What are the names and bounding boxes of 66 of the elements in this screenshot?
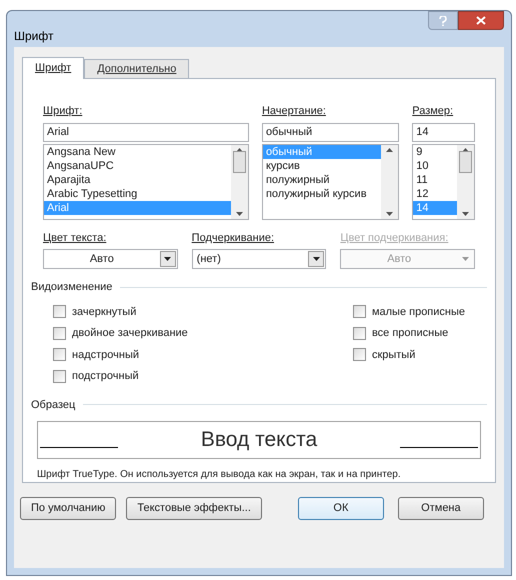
checkbox-label: все прописные [372, 326, 448, 341]
style-field[interactable]: обычный [262, 122, 400, 142]
scroll-up-icon[interactable] [386, 148, 394, 152]
checkbox[interactable] [53, 305, 66, 318]
tab[interactable]: Дополнительно [84, 59, 190, 78]
scroll-down-icon[interactable] [462, 212, 469, 216]
dropdown-arrow-icon [164, 257, 172, 261]
list-item[interactable]: курсив [262, 158, 382, 172]
style-list[interactable]: обычный курсив полужирный полужирный курсив [262, 144, 400, 220]
dropdown[interactable]: Авто [43, 249, 178, 269]
scroll-thumb[interactable] [459, 150, 472, 172]
dropdown-label: Подчеркивание: [192, 230, 276, 246]
dropdown-arrow-icon [312, 257, 320, 261]
sample-text: Ввод текста [200, 427, 318, 454]
list-item[interactable]: AngsanaUPC [44, 158, 231, 172]
list-item[interactable]: полужирный [262, 172, 382, 186]
checkbox[interactable] [53, 370, 66, 383]
list-item[interactable]: Angsana New [44, 144, 231, 158]
dialog-button[interactable]: Текстовые эффекты... [126, 497, 262, 520]
section-heading: Видоизменение [31, 280, 112, 295]
font-list[interactable]: Angsana New AngsanaUPC Aparajita Arabic Typesetting Arial [43, 144, 249, 220]
field-label: Размер: [412, 104, 454, 119]
list-item[interactable]: 11 [413, 172, 457, 186]
window-title: Шрифт [14, 28, 54, 45]
dropdown-arrow-icon [462, 257, 469, 261]
checkbox-label: скрытый [372, 348, 416, 362]
scroll-down-icon[interactable] [386, 212, 394, 216]
scrollbar[interactable] [230, 144, 248, 218]
list-item[interactable]: 12 [413, 186, 457, 200]
font-field[interactable]: Arial [43, 122, 249, 142]
dropdown-label: Цвет подчеркивания: [340, 230, 450, 246]
section-heading: Образец [31, 398, 76, 412]
size-field[interactable]: 14 [412, 122, 475, 142]
dialog-button[interactable]: Отмена [398, 497, 484, 520]
checkbox-label: надстрочный [72, 348, 139, 362]
dialog-button[interactable]: По умолчанию [20, 497, 116, 520]
list-item[interactable]: Aparajita [44, 172, 231, 186]
close-icon [476, 16, 486, 25]
list-item[interactable]: 10 [413, 158, 457, 172]
checkbox-label: подстрочный [72, 369, 139, 384]
dropdown-label: Цвет текста: [43, 230, 108, 246]
help-button[interactable] [428, 11, 458, 30]
checkbox-label: зачеркнутый [72, 304, 136, 320]
dropdown[interactable]: (нет) [192, 249, 326, 269]
field-label: Начертание: [262, 104, 327, 119]
list-item[interactable]: полужирный курсив [262, 186, 382, 200]
scrollbar[interactable] [381, 144, 398, 218]
checkbox[interactable] [352, 305, 366, 318]
scrollbar[interactable] [457, 144, 474, 218]
checkbox[interactable] [352, 326, 366, 340]
close-button[interactable] [458, 11, 504, 30]
dialog-button[interactable]: ОК [298, 497, 384, 520]
list-item[interactable]: Arabic Typesetting [44, 186, 231, 200]
scroll-thumb[interactable] [232, 150, 246, 172]
checkbox-label: малые прописные [372, 304, 465, 320]
list-item[interactable]: 9 [413, 144, 457, 158]
font-description: Шрифт TrueType. Он используется для вывода как на экран, так и на принтер. [37, 468, 402, 482]
tab[interactable]: Шрифт [22, 57, 84, 79]
checkbox-label: двойное зачеркивание [72, 326, 188, 341]
checkbox[interactable] [352, 348, 366, 362]
scroll-down-icon[interactable] [236, 212, 243, 216]
checkbox[interactable] [53, 326, 66, 340]
field-label: Шрифт: [43, 104, 84, 119]
checkbox[interactable] [53, 348, 66, 362]
size-list[interactable]: 9 10 11 12 14 [412, 144, 475, 220]
help-icon [439, 16, 447, 26]
